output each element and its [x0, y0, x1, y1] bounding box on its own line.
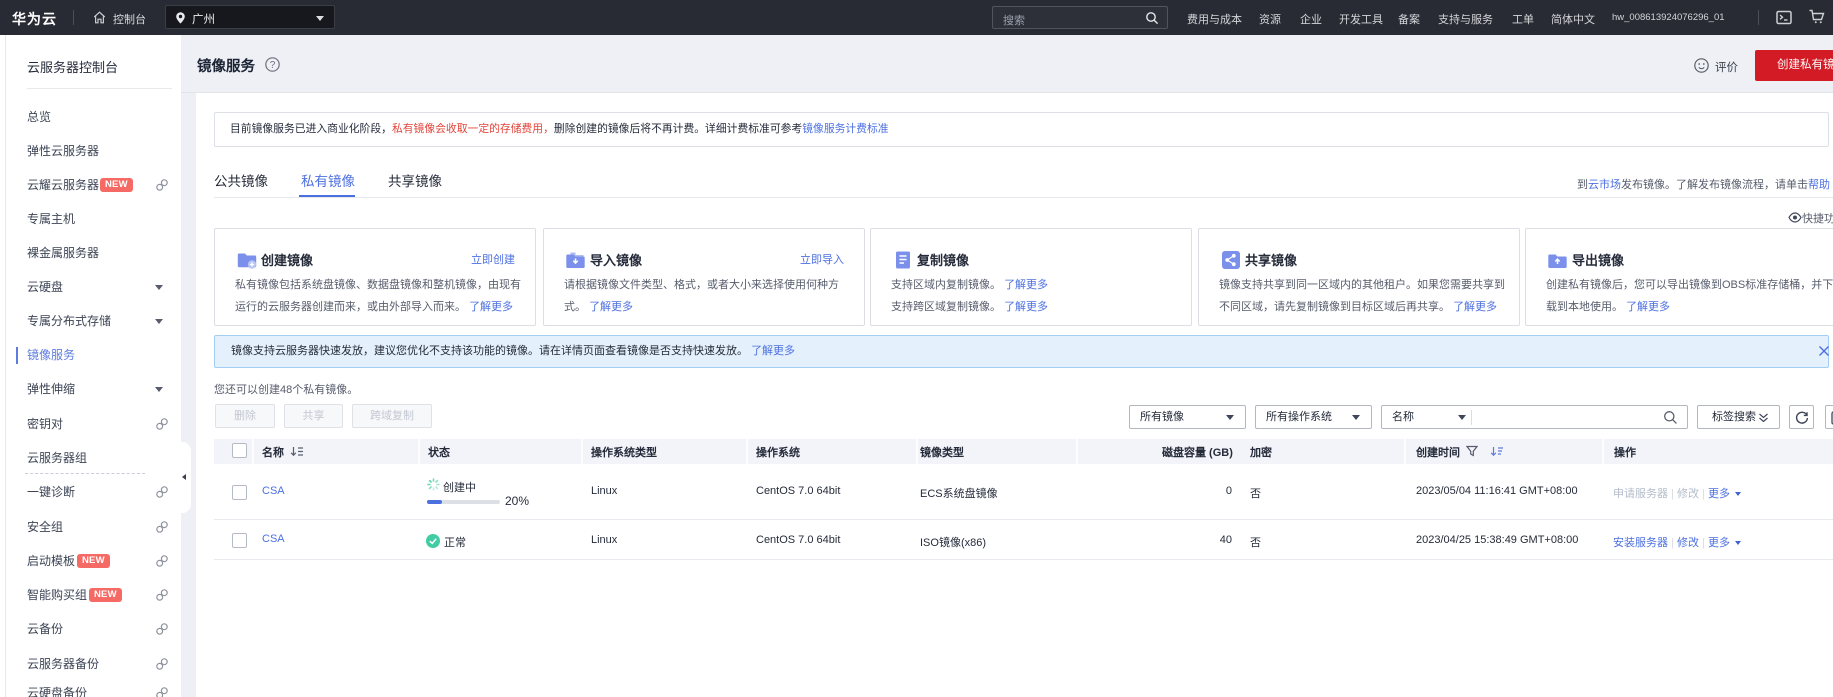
svg-text:?: ? — [270, 60, 276, 71]
